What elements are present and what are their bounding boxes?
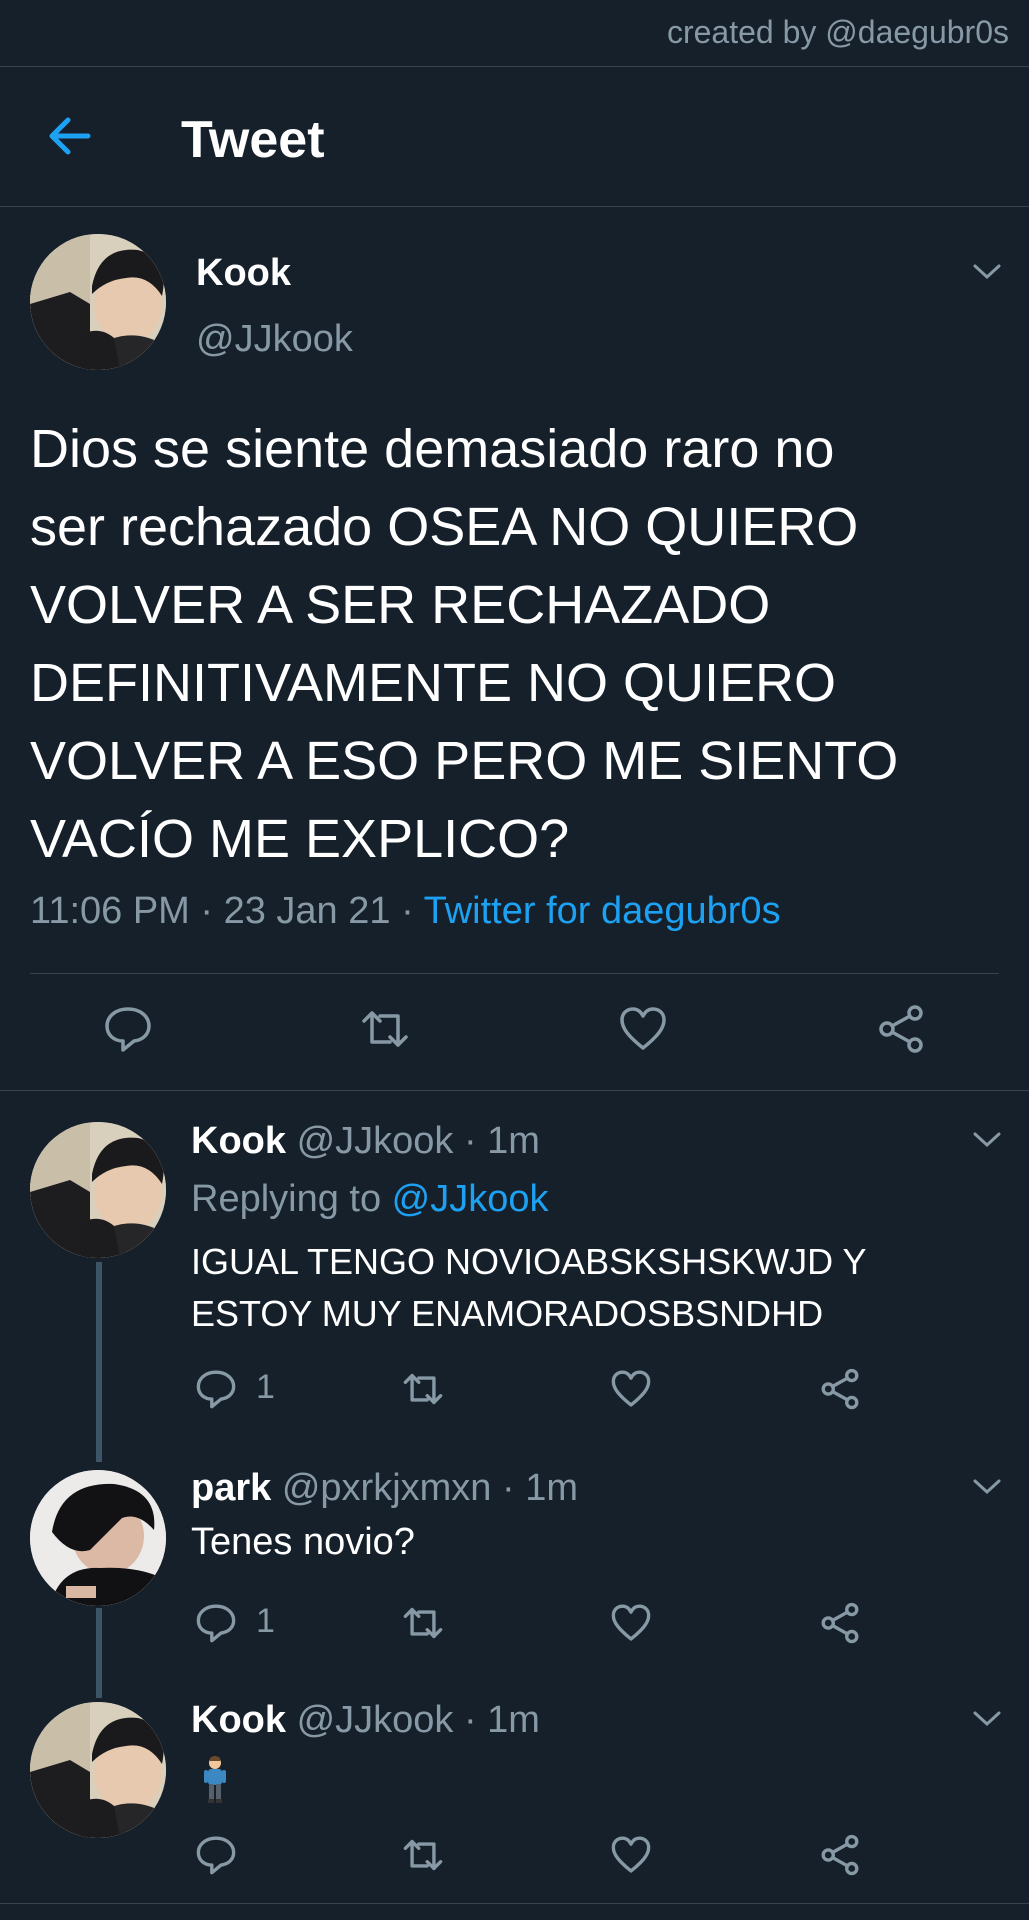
heart-icon[interactable]: [610, 1368, 652, 1410]
reply-actions: 1: [0, 1602, 1029, 1646]
reply-text: Tenes novio?: [191, 1521, 415, 1563]
reply-actions: [0, 1834, 1029, 1878]
header-bar: Tweet: [0, 66, 1029, 206]
heart-icon[interactable]: [610, 1834, 652, 1876]
main-tweet-meta: 11:06 PM · 23 Jan 21 · Twitter for daegu…: [30, 890, 781, 933]
reply-actions: 1: [0, 1368, 1029, 1412]
main-tweet-handle[interactable]: @JJkook: [196, 318, 353, 361]
reply-icon[interactable]: [195, 1834, 237, 1876]
heart-icon[interactable]: [618, 1004, 668, 1054]
header-divider: [0, 206, 1029, 207]
chevron-down-icon[interactable]: [972, 1709, 1002, 1729]
reply-icon[interactable]: [103, 1004, 153, 1054]
chevron-down-icon[interactable]: [972, 262, 1002, 282]
reply-icon[interactable]: [195, 1602, 237, 1644]
replying-to-link[interactable]: @JJkook: [392, 1178, 549, 1220]
reply-name[interactable]: park: [191, 1467, 271, 1509]
share-icon[interactable]: [819, 1368, 861, 1410]
reply-count: 1: [256, 1368, 275, 1406]
avatar-kook[interactable]: [30, 1702, 166, 1838]
bottom-divider: [0, 1903, 1029, 1904]
reply-author[interactable]: park @pxrkjxmxn · 1m: [191, 1467, 578, 1510]
reply-author[interactable]: Kook @JJkook · 1m: [191, 1120, 540, 1163]
page-title: Tweet: [181, 111, 325, 169]
reply-text: IGUAL TENGO NOVIOABSKSHSKWJD Y ESTOY MUY…: [191, 1241, 867, 1334]
reply-name[interactable]: Kook: [191, 1699, 286, 1741]
reply-handle[interactable]: @pxrkjxmxn · 1m: [282, 1467, 578, 1509]
main-tweet-actions: [0, 1004, 1029, 1064]
main-tweet-text: Dios se siente demasiado raro no ser rec…: [30, 419, 899, 869]
arrow-left-icon[interactable]: [46, 116, 92, 156]
thread-line: [96, 1262, 102, 1462]
avatar-kook[interactable]: [30, 1122, 166, 1258]
heart-icon[interactable]: [610, 1602, 652, 1644]
reply-handle[interactable]: @JJkook · 1m: [297, 1120, 540, 1162]
reply-handle[interactable]: @JJkook · 1m: [297, 1699, 540, 1741]
reply-author[interactable]: Kook @JJkook · 1m: [191, 1699, 540, 1742]
tweet-source-link[interactable]: Twitter for daegubr0s: [424, 890, 781, 932]
watermark-credit: created by @daegubr0s: [666, 14, 1009, 50]
meta-divider: [30, 973, 999, 974]
main-tweet-name[interactable]: Kook: [196, 252, 291, 295]
avatar-kook[interactable]: [30, 234, 166, 370]
man-standing-emoji: [200, 1756, 230, 1804]
retweet-icon[interactable]: [402, 1368, 444, 1410]
share-icon[interactable]: [819, 1834, 861, 1876]
chevron-down-icon[interactable]: [972, 1130, 1002, 1150]
avatar-park[interactable]: [30, 1470, 166, 1606]
retweet-icon[interactable]: [402, 1834, 444, 1876]
tweet-timestamp: 11:06 PM · 23 Jan 21 ·: [30, 890, 424, 932]
retweet-icon[interactable]: [402, 1602, 444, 1644]
chevron-down-icon[interactable]: [972, 1477, 1002, 1497]
retweet-icon[interactable]: [360, 1004, 410, 1054]
replying-label: Replying to: [191, 1178, 392, 1220]
share-icon[interactable]: [819, 1602, 861, 1644]
share-icon[interactable]: [876, 1004, 926, 1054]
reply-count: 1: [256, 1602, 275, 1640]
section-divider: [0, 1090, 1029, 1091]
reply-icon[interactable]: [195, 1368, 237, 1410]
reply-name[interactable]: Kook: [191, 1120, 286, 1162]
replying-to: Replying to @JJkook: [191, 1178, 549, 1221]
